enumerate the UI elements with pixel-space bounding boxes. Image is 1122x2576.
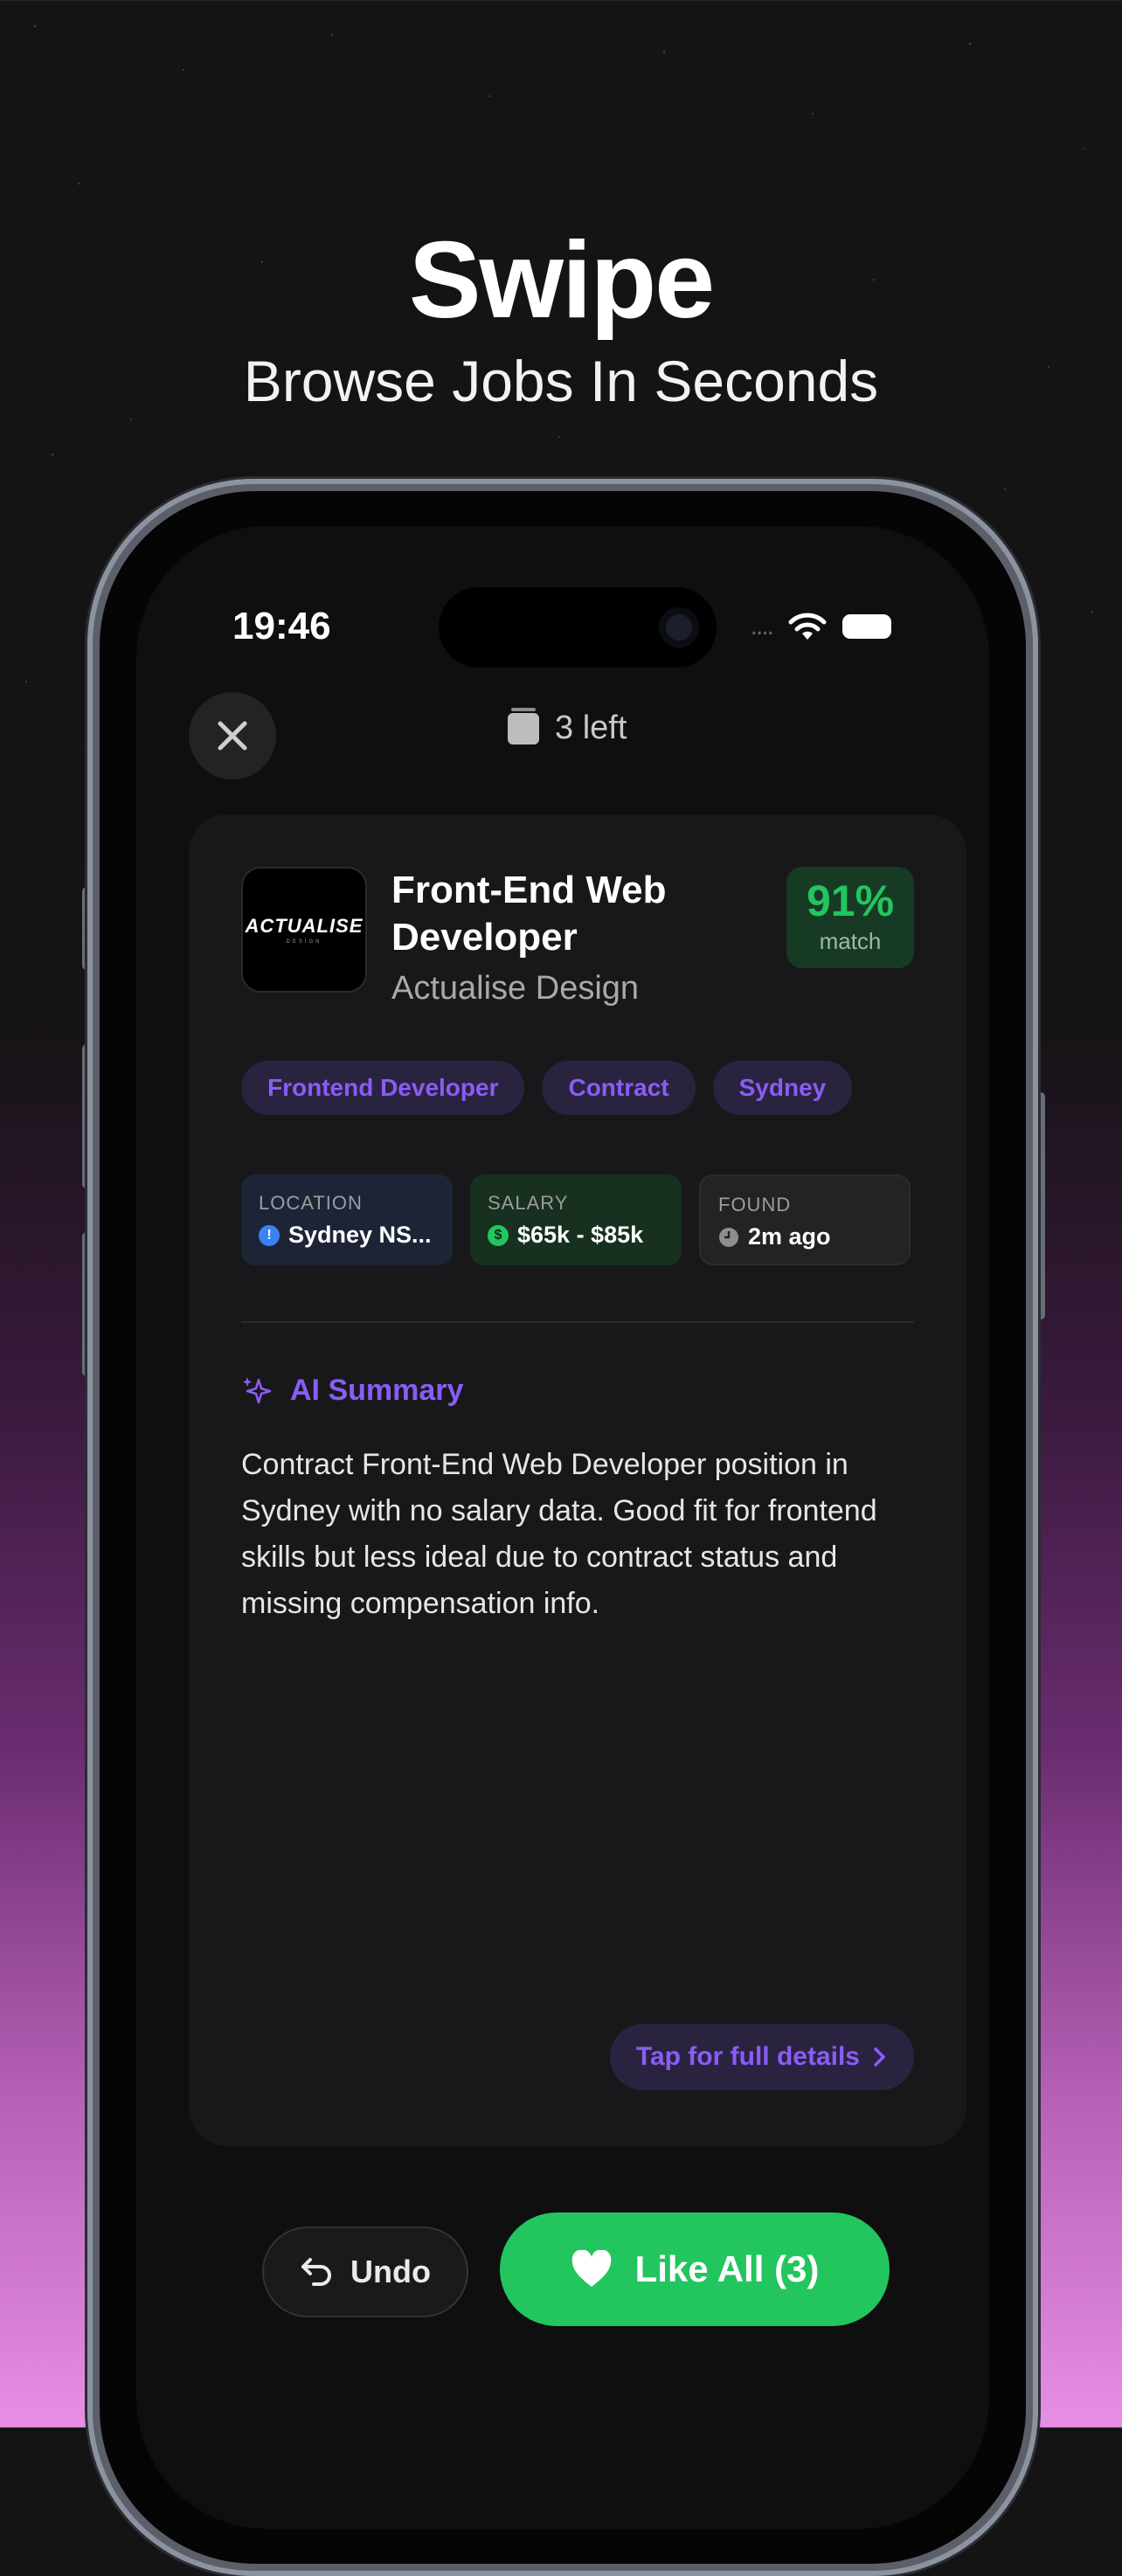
info-value: $65k - $85k xyxy=(517,1222,644,1248)
remaining-label: 3 left xyxy=(555,710,627,746)
clock-icon xyxy=(719,1227,738,1247)
salary-info: SALARY $ $65k - $85k xyxy=(470,1174,682,1265)
tag-chip: Sydney xyxy=(712,1061,853,1115)
hero-title: Swipe xyxy=(408,220,715,341)
like-all-button[interactable]: Like All (3) xyxy=(500,2212,890,2326)
signal-dots: .... xyxy=(750,612,774,641)
tag-chip: Frontend Developer xyxy=(241,1061,525,1115)
heart-icon xyxy=(571,2250,611,2287)
tag-chip: Contract xyxy=(542,1061,696,1115)
info-label: LOCATION xyxy=(259,1192,363,1214)
job-card[interactable]: ACTUALISE DESIGN Front-End Web Developer… xyxy=(189,814,966,2146)
close-button[interactable] xyxy=(189,692,276,779)
app-screen: 19:46 .... 3 left ACTUALISE DESIGN Front… xyxy=(136,526,989,2529)
stack-icon xyxy=(508,707,539,744)
dynamic-island xyxy=(439,587,717,668)
info-label: FOUND xyxy=(718,1194,792,1215)
undo-icon xyxy=(301,2258,331,2286)
wifi-icon xyxy=(788,613,827,640)
like-all-label: Like All (3) xyxy=(634,2248,820,2289)
phone-frame: 19:46 .... 3 left ACTUALISE DESIGN Front… xyxy=(87,479,1038,2576)
match-percent: 91% xyxy=(806,876,895,925)
job-title: Front-End Web Developer xyxy=(391,869,667,959)
dollar-icon: $ xyxy=(488,1224,509,1246)
ai-summary-text: Contract Front-End Web Developer positio… xyxy=(241,1448,877,1620)
logo-subtext: DESIGN xyxy=(286,939,322,945)
found-info: FOUND 2m ago xyxy=(699,1174,911,1265)
ai-summary-heading: AI Summary xyxy=(241,1374,463,1408)
company-name: Actualise Design xyxy=(391,970,640,1007)
info-value: 2m ago xyxy=(748,1223,831,1250)
ai-summary-title: AI Summary xyxy=(290,1374,464,1407)
status-time: 19:46 xyxy=(232,605,331,647)
match-badge: 91% match xyxy=(786,867,914,968)
info-label: SALARY xyxy=(488,1192,569,1214)
divider xyxy=(241,1321,914,1323)
tag-list: Frontend Developer Contract Sydney xyxy=(241,1061,853,1115)
chevron-right-icon xyxy=(874,2047,885,2067)
info-row: LOCATION ! Sydney NS... SALARY $ $65k - … xyxy=(241,1174,911,1265)
location-icon: ! xyxy=(259,1224,280,1246)
full-details-label: Tap for full details xyxy=(635,2042,860,2071)
undo-label: Undo xyxy=(350,2254,431,2289)
battery-icon xyxy=(842,614,891,639)
match-label: match xyxy=(819,928,882,954)
company-logo: ACTUALISE DESIGN xyxy=(241,867,367,993)
status-icons: .... xyxy=(751,612,891,641)
hero-subtitle: Browse Jobs In Seconds xyxy=(243,349,879,413)
undo-button[interactable]: Undo xyxy=(262,2226,468,2317)
sparkle-icon xyxy=(243,1376,272,1403)
full-details-button[interactable]: Tap for full details xyxy=(609,2024,914,2090)
close-icon xyxy=(218,721,247,751)
remaining-counter: 3 left xyxy=(508,707,627,747)
camera-icon xyxy=(659,607,699,647)
location-info: LOCATION ! Sydney NS... xyxy=(241,1174,453,1265)
info-value: Sydney NS... xyxy=(288,1222,432,1248)
logo-text: ACTUALISE xyxy=(245,915,364,937)
